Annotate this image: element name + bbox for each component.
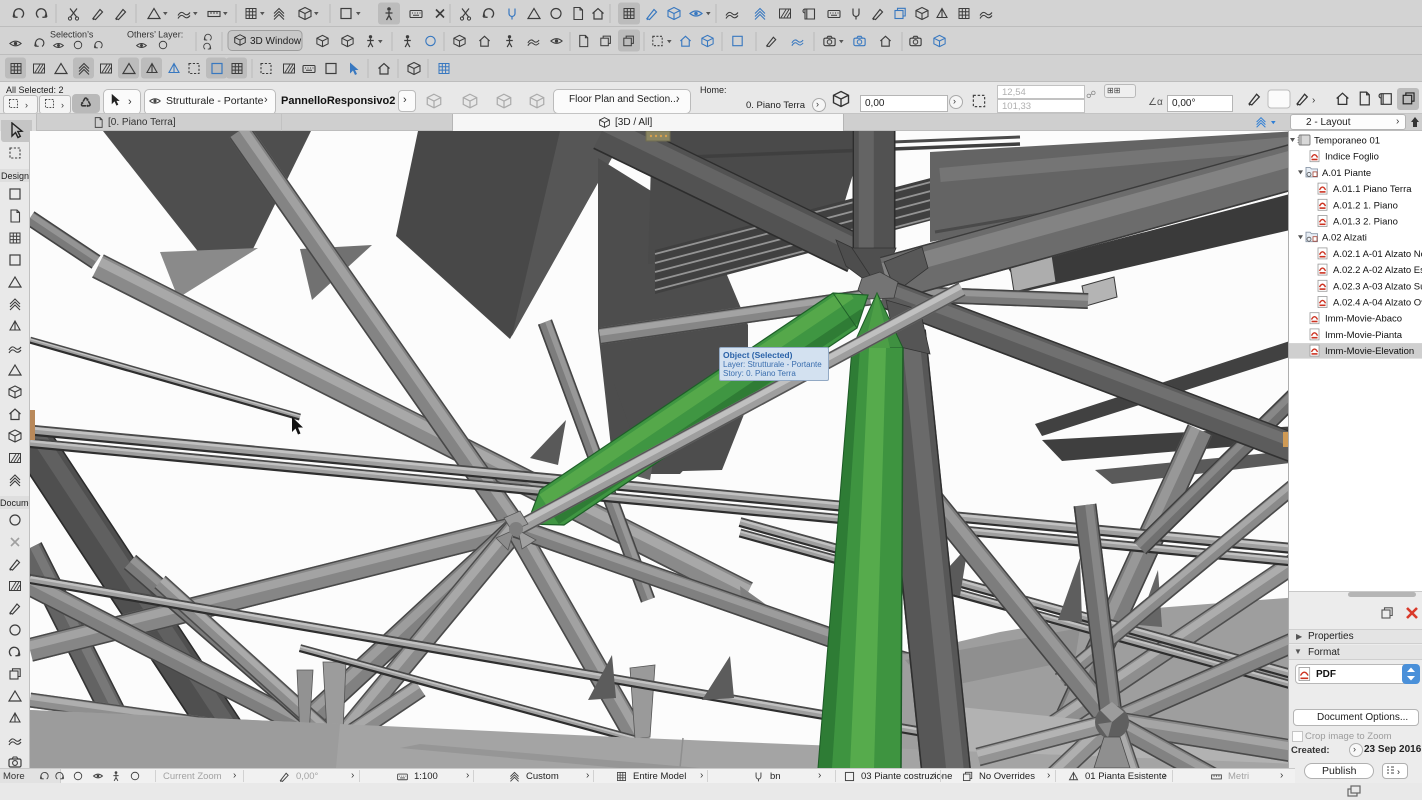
svg-text:›: › xyxy=(61,100,64,110)
svg-text:›: › xyxy=(128,96,132,108)
svg-text:A.01 Piante: A.01 Piante xyxy=(1322,168,1371,179)
svg-text:Docume: Docume xyxy=(0,498,30,508)
svg-text:3D Window: 3D Window xyxy=(250,36,302,47)
svg-text:A.01.3 2. Piano: A.01.3 2. Piano xyxy=(1333,217,1398,228)
svg-text:Imm-Movie-Elevation: Imm-Movie-Elevation xyxy=(1325,346,1414,357)
svg-text:A.02.2 A-02 Alzato Est: A.02.2 A-02 Alzato Est xyxy=(1333,265,1422,276)
svg-text:A.01.2 1. Piano: A.01.2 1. Piano xyxy=(1333,200,1398,211)
svg-text:Imm-Movie-Abaco: Imm-Movie-Abaco xyxy=(1325,314,1402,325)
svg-text:›: › xyxy=(1312,95,1315,106)
svg-text:A.02.1 A-01 Alzato No: A.02.1 A-01 Alzato No xyxy=(1333,249,1422,260)
svg-text:Temporaneo 01: Temporaneo 01 xyxy=(1314,136,1380,147)
svg-text:Indice Foglio: Indice Foglio xyxy=(1325,152,1379,163)
svg-text:A.02 Alzati: A.02 Alzati xyxy=(1322,233,1367,244)
svg-text:A.02.4 A-04 Alzato Ov: A.02.4 A-04 Alzato Ov xyxy=(1333,298,1422,309)
svg-text:Selection’s: Selection’s xyxy=(50,30,94,40)
svg-text:Imm-Movie-Pianta: Imm-Movie-Pianta xyxy=(1325,330,1403,341)
svg-text:Design: Design xyxy=(1,171,29,181)
svg-text:A.01.1 Piano Terra: A.01.1 Piano Terra xyxy=(1333,184,1412,195)
svg-text:A.02.3 A-03 Alzato Su: A.02.3 A-03 Alzato Su xyxy=(1333,281,1422,292)
svg-text:Others’ Layer:: Others’ Layer: xyxy=(127,30,183,40)
svg-text:›: › xyxy=(25,100,28,110)
svg-text:›: › xyxy=(1397,767,1400,777)
